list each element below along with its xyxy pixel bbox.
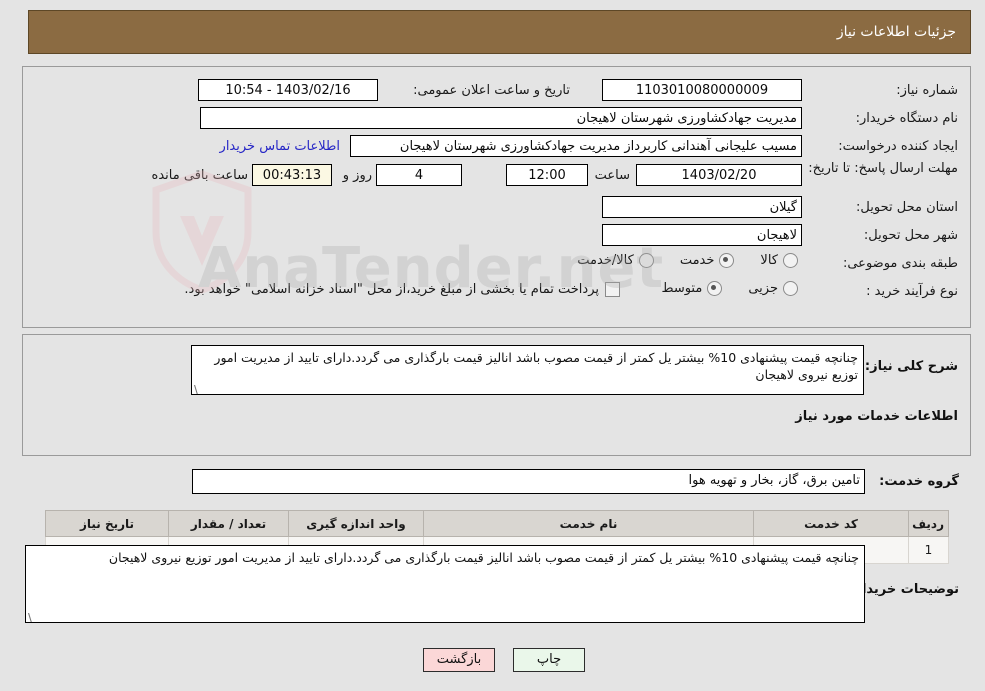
label-deadline: مهلت ارسال پاسخ: تا تاریخ: bbox=[808, 161, 958, 176]
label-days-and: روز و bbox=[342, 168, 372, 183]
label-province: استان محل تحویل: bbox=[856, 200, 958, 215]
buyer-notes-textarea[interactable]: چنانچه قیمت پیشنهادی 10% بیشتر یل کمتر ا… bbox=[25, 545, 865, 623]
process-label-0: جزیی bbox=[748, 281, 778, 296]
page-root: جزئیات اطلاعات نیاز AnaTender.net شماره … bbox=[0, 0, 985, 691]
label-general-description: شرح کلی نیاز: bbox=[864, 359, 958, 374]
table-header-row: ردیف کد خدمت نام خدمت واحد اندازه گیری تعداد… bbox=[45, 510, 949, 537]
table-header-cell-1: کد خدمت bbox=[753, 510, 909, 537]
process-label-1: متوسط bbox=[661, 281, 703, 296]
category-label-2: کالا/خدمت bbox=[577, 253, 634, 268]
value-service-group: تامین برق، گاز، بخار و تهویه هوا bbox=[192, 469, 865, 494]
label-buyer-org: نام دستگاه خریدار: bbox=[855, 111, 958, 126]
description-panel: شرح کلی نیاز: چنانچه قیمت پیشنهادی 10% ب… bbox=[22, 334, 971, 456]
value-need-number: 1103010080000009 bbox=[602, 79, 802, 101]
value-requester: مسیب علیجانی آهندانی کاربرداز مدیریت جها… bbox=[350, 135, 802, 157]
buyer-notes-text: چنانچه قیمت پیشنهادی 10% بیشتر یل کمتر ا… bbox=[108, 550, 859, 565]
value-city: لاهیجان bbox=[602, 224, 802, 246]
need-summary-panel: شماره نیاز: 1103010080000009 تاریخ و ساع… bbox=[22, 66, 971, 328]
value-remaining-days: 4 bbox=[376, 164, 462, 186]
label-process-type: نوع فرآیند خرید : bbox=[866, 284, 958, 299]
category-label-1: خدمت bbox=[679, 253, 715, 268]
label-announce-datetime: تاریخ و ساعت اعلان عمومی: bbox=[413, 83, 570, 98]
page-header: جزئیات اطلاعات نیاز bbox=[28, 10, 971, 54]
resize-grip-icon[interactable] bbox=[194, 383, 204, 394]
process-radio-1[interactable] bbox=[707, 281, 723, 296]
label-service-group: گروه خدمت: bbox=[879, 474, 959, 489]
value-deadline-time: 12:00 bbox=[506, 164, 588, 186]
services-heading: اطلاعات خدمات مورد نیاز bbox=[795, 409, 958, 424]
process-radio-group[interactable]: جزیی متوسط bbox=[661, 281, 798, 296]
resize-grip-icon-2[interactable] bbox=[28, 611, 38, 622]
print-button[interactable]: چاپ bbox=[513, 648, 585, 672]
table-header-cell-2: نام خدمت bbox=[423, 510, 754, 537]
general-description-textarea[interactable]: چنانچه قیمت پیشنهادی 10% بیشتر یل کمتر ا… bbox=[191, 345, 864, 395]
label-hour: ساعت bbox=[594, 168, 630, 183]
treasury-checkbox-row[interactable]: پرداخت تمام یا بخشی از مبلغ خرید،از محل … bbox=[184, 282, 620, 297]
general-description-text: چنانچه قیمت پیشنهادی 10% بیشتر یل کمتر ا… bbox=[214, 350, 858, 382]
treasury-checkbox[interactable] bbox=[605, 282, 620, 297]
label-buyer-notes: توضیحات خریدار: bbox=[849, 582, 959, 597]
category-radio-1[interactable] bbox=[719, 253, 735, 268]
category-label-0: کالا bbox=[760, 253, 778, 268]
value-announce-datetime: 1403/02/16 - 10:54 bbox=[198, 79, 378, 101]
treasury-checkbox-label: پرداخت تمام یا بخشی از مبلغ خرید،از محل … bbox=[184, 282, 599, 297]
services-panel: گروه خدمت: تامین برق، گاز، بخار و تهویه … bbox=[22, 462, 971, 634]
value-deadline-date: 1403/02/20 bbox=[636, 164, 802, 186]
category-option-1[interactable]: خدمت bbox=[680, 253, 735, 268]
table-cell-row_no: 1 bbox=[908, 536, 949, 564]
value-buyer-org: مدیریت جهادکشاورزی شهرستان لاهیجان bbox=[200, 107, 802, 129]
category-radio-0[interactable] bbox=[783, 253, 798, 268]
process-option-0[interactable]: جزیی bbox=[748, 281, 798, 296]
table-header-cell-4: تعداد / مقدار bbox=[168, 510, 289, 537]
category-option-2[interactable]: کالا/خدمت bbox=[577, 253, 654, 268]
label-requester: ایجاد کننده درخواست: bbox=[838, 139, 958, 154]
category-radio-group[interactable]: کالا خدمت کالا/خدمت bbox=[577, 253, 798, 268]
value-remaining-clock: 00:43:13 bbox=[252, 164, 332, 186]
category-option-0[interactable]: کالا bbox=[760, 253, 798, 268]
back-button[interactable]: بازگشت bbox=[423, 648, 495, 672]
process-option-1[interactable]: متوسط bbox=[661, 281, 723, 296]
page-title: جزئیات اطلاعات نیاز bbox=[836, 24, 956, 40]
process-radio-0[interactable] bbox=[783, 281, 798, 296]
label-hours-remaining: ساعت باقی مانده bbox=[151, 168, 248, 183]
table-header-cell-3: واحد اندازه گیری bbox=[288, 510, 424, 537]
label-need-number: شماره نیاز: bbox=[896, 83, 958, 98]
category-radio-2[interactable] bbox=[638, 253, 654, 268]
table-header-cell-5: تاریخ نیاز bbox=[45, 510, 169, 537]
table-header-cell-0: ردیف bbox=[908, 510, 949, 537]
value-province: گیلان bbox=[602, 196, 802, 218]
label-city: شهر محل تحویل: bbox=[863, 228, 958, 243]
label-category: طبقه بندی موضوعی: bbox=[842, 256, 958, 271]
buyer-contact-link[interactable]: اطلاعات تماس خریدار bbox=[220, 139, 340, 154]
